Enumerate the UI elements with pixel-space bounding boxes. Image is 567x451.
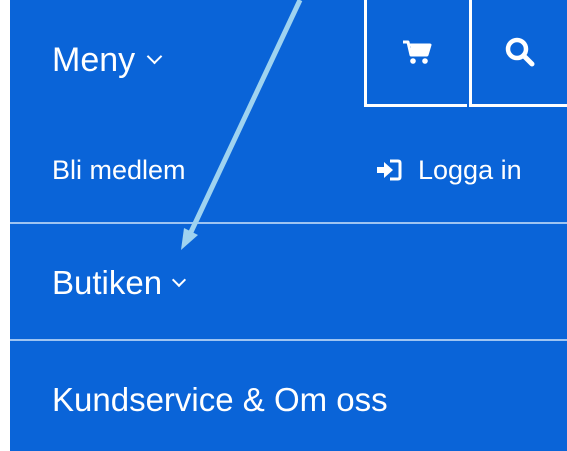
divider	[10, 222, 567, 224]
account-row: Bli medlem Logga in	[10, 130, 567, 210]
menu-toggle-button[interactable]: Meny	[52, 38, 163, 82]
nav-item-label: Kundservice & Om oss	[52, 381, 388, 418]
search-icon	[505, 37, 534, 67]
divider	[10, 339, 567, 341]
menu-label: Meny	[52, 41, 136, 79]
cart-button[interactable]	[364, 0, 467, 107]
sign-in-icon	[377, 159, 402, 181]
search-button[interactable]	[469, 0, 567, 107]
cart-icon	[403, 40, 432, 64]
nav-item-kundservice[interactable]: Kundservice & Om oss	[52, 379, 388, 421]
chevron-down-icon	[146, 48, 163, 64]
nav-item-butiken[interactable]: Butiken	[52, 262, 187, 304]
login-link[interactable]: Logga in	[376, 154, 522, 186]
join-link[interactable]: Bli medlem	[52, 154, 186, 186]
login-label: Logga in	[418, 155, 522, 185]
chevron-down-icon	[172, 272, 187, 287]
mobile-menu-panel: Meny Bli medlem Logga in Butiken Kundser…	[10, 0, 567, 451]
nav-item-label: Butiken	[52, 264, 163, 301]
